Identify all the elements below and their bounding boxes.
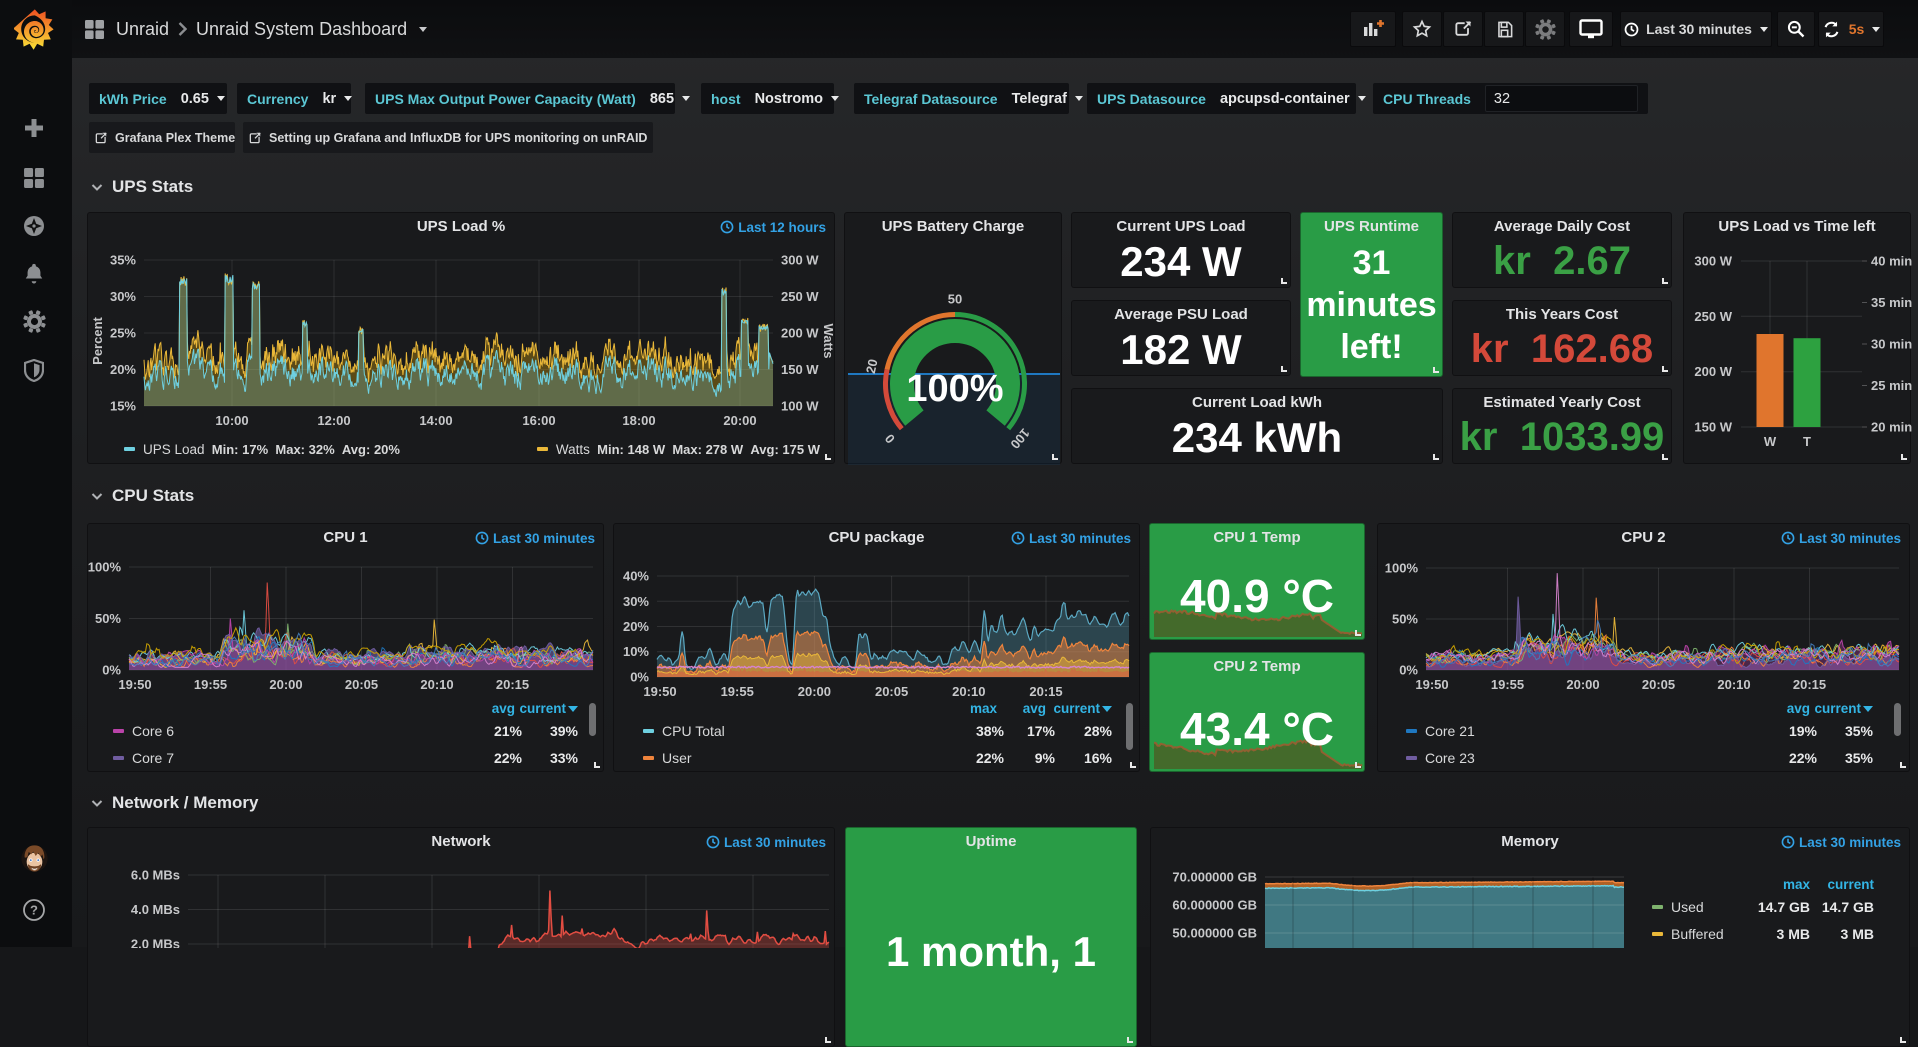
svg-text:50.000000 GB: 50.000000 GB <box>1172 926 1257 941</box>
svg-text:6.0 MBs: 6.0 MBs <box>131 868 180 883</box>
svg-text:10:00: 10:00 <box>215 413 248 428</box>
svg-text:20 min: 20 min <box>1871 420 1912 435</box>
svg-text:20:10: 20:10 <box>952 684 985 699</box>
svg-text:35%: 35% <box>110 253 136 268</box>
svg-text:70.000000 GB: 70.000000 GB <box>1172 870 1257 885</box>
svg-text:19:50: 19:50 <box>118 677 151 692</box>
svg-text:150 W: 150 W <box>1694 420 1732 435</box>
svg-text:50: 50 <box>948 291 962 306</box>
svg-text:19:55: 19:55 <box>721 684 754 699</box>
svg-text:50%: 50% <box>1392 612 1418 627</box>
svg-text:20:00: 20:00 <box>1566 677 1599 692</box>
svg-text:19:50: 19:50 <box>643 684 676 699</box>
svg-text:15%: 15% <box>110 399 136 414</box>
svg-text:4.0 MBs: 4.0 MBs <box>131 902 180 917</box>
svg-text:T: T <box>1803 434 1811 449</box>
svg-text:40%: 40% <box>623 569 649 584</box>
svg-text:300 W: 300 W <box>781 253 819 268</box>
svg-text:Watts: Watts <box>821 324 836 359</box>
svg-text:20:00: 20:00 <box>798 684 831 699</box>
svg-text:35 min: 35 min <box>1871 295 1912 310</box>
svg-text:20:00: 20:00 <box>269 677 302 692</box>
svg-text:200 W: 200 W <box>781 326 819 341</box>
svg-text:300 W: 300 W <box>1694 254 1732 269</box>
svg-text:2.0 MBs: 2.0 MBs <box>131 937 180 949</box>
svg-text:20:05: 20:05 <box>345 677 378 692</box>
svg-text:20%: 20% <box>110 362 136 377</box>
svg-text:100%: 100% <box>906 368 1003 410</box>
svg-text:20:10: 20:10 <box>420 677 453 692</box>
svg-text:19:55: 19:55 <box>1491 677 1524 692</box>
svg-text:150 W: 150 W <box>781 362 819 377</box>
svg-text:19:50: 19:50 <box>1415 677 1448 692</box>
svg-text:30%: 30% <box>623 594 649 609</box>
svg-text:40 min: 40 min <box>1871 254 1912 269</box>
svg-text:20%: 20% <box>623 619 649 634</box>
svg-text:250 W: 250 W <box>1694 309 1732 324</box>
svg-text:100 W: 100 W <box>781 399 819 414</box>
svg-text:W: W <box>1764 434 1777 449</box>
svg-text:20:05: 20:05 <box>1642 677 1675 692</box>
svg-text:20:10: 20:10 <box>1717 677 1750 692</box>
svg-text:20:15: 20:15 <box>1029 684 1062 699</box>
svg-text:100%: 100% <box>88 560 121 575</box>
svg-text:Percent: Percent <box>90 316 105 364</box>
svg-text:30 min: 30 min <box>1871 337 1912 352</box>
svg-text:50%: 50% <box>95 611 121 626</box>
svg-text:25%: 25% <box>110 326 136 341</box>
svg-text:25 min: 25 min <box>1871 378 1912 393</box>
svg-text:30%: 30% <box>110 289 136 304</box>
svg-text:20:00: 20:00 <box>723 413 756 428</box>
svg-text:60.000000 GB: 60.000000 GB <box>1172 898 1257 913</box>
svg-text:250 W: 250 W <box>781 289 819 304</box>
svg-text:20:15: 20:15 <box>1793 677 1826 692</box>
svg-text:0%: 0% <box>102 663 121 678</box>
svg-text:0%: 0% <box>1399 663 1418 678</box>
svg-text:16:00: 16:00 <box>522 413 555 428</box>
svg-text:12:00: 12:00 <box>317 413 350 428</box>
svg-text:20: 20 <box>863 358 881 375</box>
svg-text:200 W: 200 W <box>1694 364 1732 379</box>
svg-text:100%: 100% <box>1385 561 1419 576</box>
svg-text:18:00: 18:00 <box>622 413 655 428</box>
svg-text:10%: 10% <box>623 644 649 659</box>
svg-text:20:05: 20:05 <box>875 684 908 699</box>
svg-text:?: ? <box>30 903 38 918</box>
svg-text:14:00: 14:00 <box>419 413 452 428</box>
svg-text:0%: 0% <box>630 670 649 685</box>
svg-text:20:15: 20:15 <box>496 677 529 692</box>
svg-text:19:55: 19:55 <box>194 677 227 692</box>
